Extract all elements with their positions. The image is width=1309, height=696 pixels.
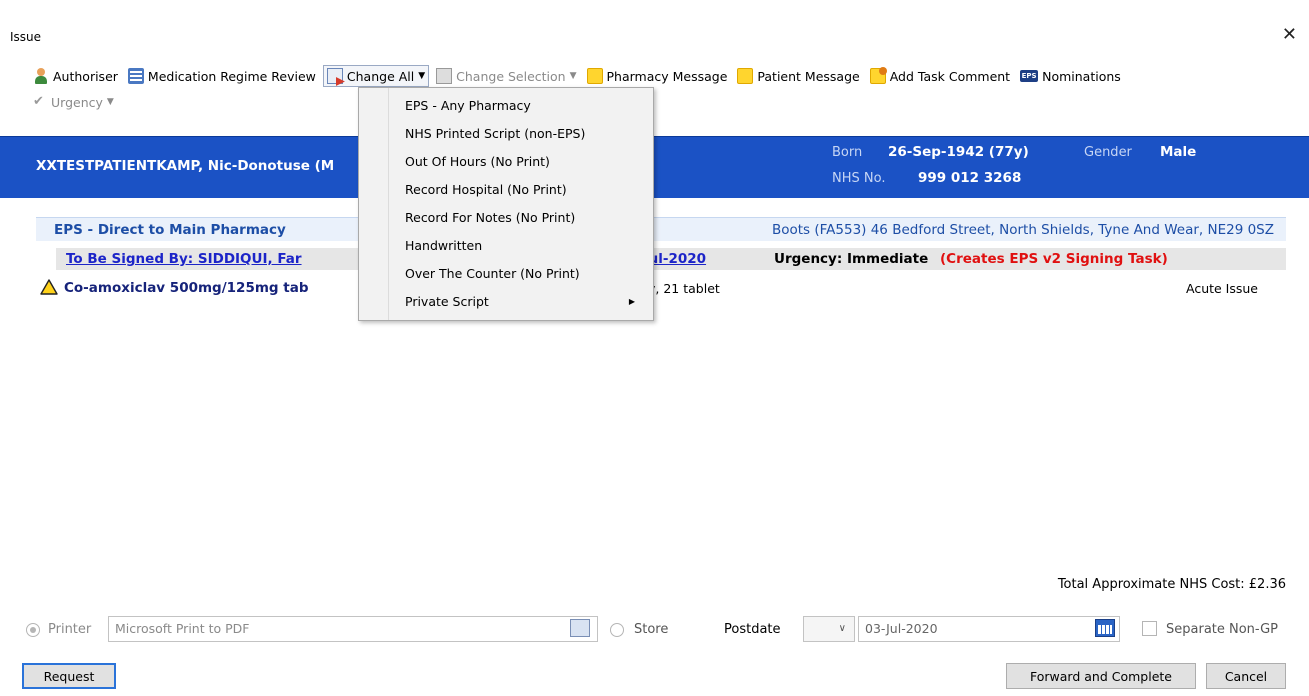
chevron-down-icon: ∨ — [838, 623, 846, 634]
toolbar-row-1: Authoriser Medication Regime Review Chan… — [30, 64, 1128, 88]
patient-message-button[interactable]: Patient Message — [734, 65, 862, 87]
medication-regime-review-label: Medication Regime Review — [147, 68, 316, 84]
postdate-label: Postdate — [724, 622, 781, 637]
menu-gutter — [359, 88, 389, 320]
postdate-field[interactable]: 03-Jul-2020 — [858, 616, 1120, 642]
total-cost: Total Approximate NHS Cost: £2.36 — [1057, 577, 1286, 592]
pharmacy-row[interactable]: EPS - Direct to Main Pharmacy Boots (FA5… — [36, 217, 1286, 241]
signing-row: To Be Signed By: SIDDIQUI, Far -Jul-2020… — [56, 248, 1286, 270]
change-selection-button[interactable]: Change Selection ▼ — [433, 65, 579, 87]
gender-label: Gender — [1084, 145, 1132, 160]
born-value: 26-Sep-1942 (77y) — [888, 144, 1029, 160]
printer-label: Printer — [48, 622, 92, 637]
menu-item-over-the-counter[interactable]: Over The Counter (No Print) — [405, 259, 645, 287]
medication-regime-review-button[interactable]: Medication Regime Review — [125, 65, 319, 87]
menu-item-label: Private Script — [405, 293, 489, 309]
medication-name: Co-amoxiclav 500mg/125mg tab — [64, 280, 309, 296]
menu-item-label: EPS - Any Pharmacy — [405, 97, 531, 113]
born-label: Born — [832, 145, 863, 160]
patient-name: XXTESTPATIENTKAMP, Nic-Donotuse (M — [36, 158, 335, 174]
menu-item-private-script[interactable]: Private Script ▶ — [405, 287, 645, 315]
creates-task-text: (Creates EPS v2 Signing Task) — [940, 251, 1168, 267]
medication-row[interactable]: Co-amoxiclav 500mg/125mg tab y, 21 table… — [40, 277, 1280, 299]
authoriser-button[interactable]: Authoriser — [30, 65, 121, 87]
chevron-down-icon: ▼ — [418, 71, 426, 81]
add-task-comment-label: Add Task Comment — [889, 68, 1011, 84]
signer-link[interactable]: To Be Signed By: SIDDIQUI, Far — [66, 251, 302, 267]
menu-item-eps-any-pharmacy[interactable]: EPS - Any Pharmacy — [405, 91, 645, 119]
warning-icon — [40, 279, 58, 295]
authoriser-label: Authoriser — [53, 68, 118, 84]
menu-item-label: NHS Printed Script (non-EPS) — [405, 125, 586, 141]
task-note-icon — [869, 67, 887, 84]
nominations-button[interactable]: EPS Nominations — [1017, 65, 1124, 87]
printer-icon[interactable] — [570, 619, 590, 637]
printer-radio[interactable] — [26, 623, 40, 637]
footer: Printer Microsoft Print to PDF Store Pos… — [0, 612, 1309, 696]
menu-item-label: Over The Counter (No Print) — [405, 265, 580, 281]
toolbar: Authoriser Medication Regime Review Chan… — [0, 64, 1309, 120]
separate-non-gp-label: Separate Non-GP — [1166, 622, 1279, 637]
medication-dose: y, 21 tablet — [648, 280, 720, 296]
menu-item-label: Record For Notes (No Print) — [405, 209, 576, 225]
change-all-label: Change All — [346, 68, 415, 84]
change-selection-icon — [436, 68, 453, 84]
store-radio[interactable] — [610, 623, 624, 637]
menu-item-handwritten[interactable]: Handwritten — [405, 231, 645, 259]
chevron-down-icon: ▼ — [569, 71, 577, 81]
request-button[interactable]: Request — [22, 663, 116, 689]
chevron-down-icon: ▼ — [106, 97, 114, 107]
medication-issue-type: Acute Issue — [1185, 280, 1258, 296]
postdate-dropdown[interactable]: ∨ — [803, 616, 855, 642]
toolbar-row-2: ✔ Urgency ▼ — [30, 90, 121, 114]
close-icon[interactable]: ✕ — [1282, 24, 1297, 45]
urgency-text: Urgency: Immediate — [774, 251, 929, 267]
note-icon — [586, 68, 603, 84]
add-task-comment-button[interactable]: Add Task Comment — [867, 65, 1013, 87]
separate-non-gp-checkbox[interactable] — [1142, 621, 1157, 636]
note-icon — [737, 68, 754, 84]
cancel-button[interactable]: Cancel — [1206, 663, 1286, 689]
change-selection-label: Change Selection — [456, 68, 566, 84]
menu-item-out-of-hours[interactable]: Out Of Hours (No Print) — [405, 147, 645, 175]
pharmacy-message-label: Pharmacy Message — [606, 68, 728, 84]
nominations-label: Nominations — [1042, 68, 1121, 84]
tick-icon: ✔ — [33, 94, 44, 109]
urgency-label: Urgency — [51, 94, 103, 110]
issue-panel: EPS - Direct to Main Pharmacy Boots (FA5… — [22, 205, 1300, 605]
change-all-menu: EPS - Any Pharmacy NHS Printed Script (n… — [358, 87, 654, 321]
urgency-button[interactable]: ✔ Urgency ▼ — [30, 91, 117, 113]
menu-item-label: Out Of Hours (No Print) — [405, 153, 550, 169]
calendar-icon[interactable] — [1095, 619, 1115, 637]
window-title: Issue — [10, 30, 42, 44]
menu-item-record-for-notes[interactable]: Record For Notes (No Print) — [405, 203, 645, 231]
gender-value: Male — [1160, 144, 1197, 160]
menu-item-record-hospital[interactable]: Record Hospital (No Print) — [405, 175, 645, 203]
submenu-arrow-icon: ▶ — [628, 296, 635, 306]
menu-item-label: Handwritten — [405, 237, 483, 253]
person-icon — [33, 68, 49, 84]
title-bar: Issue ✕ — [0, 0, 1309, 60]
change-all-button[interactable]: Change All ▼ — [322, 65, 430, 87]
patient-banner: XXTESTPATIENTKAMP, Nic-Donotuse (M Born … — [0, 136, 1309, 198]
patient-message-label: Patient Message — [757, 68, 860, 84]
change-all-icon — [326, 68, 343, 84]
forward-and-complete-button[interactable]: Forward and Complete — [1006, 663, 1196, 689]
nhs-number-label: NHS No. — [832, 171, 886, 186]
store-label: Store — [634, 622, 669, 637]
nhs-number-value: 999 012 3268 — [918, 170, 1022, 186]
pharmacy-message-button[interactable]: Pharmacy Message — [584, 65, 731, 87]
menu-item-nhs-printed-script[interactable]: NHS Printed Script (non-EPS) — [405, 119, 645, 147]
pharmacy-address: Boots (FA553) 46 Bedford Street, North S… — [771, 221, 1274, 238]
printer-field[interactable]: Microsoft Print to PDF — [108, 616, 598, 642]
eps-icon: EPS — [1020, 70, 1039, 82]
regime-review-icon — [127, 68, 144, 84]
pharmacy-title: EPS - Direct to Main Pharmacy — [54, 221, 286, 238]
menu-item-label: Record Hospital (No Print) — [405, 181, 567, 197]
